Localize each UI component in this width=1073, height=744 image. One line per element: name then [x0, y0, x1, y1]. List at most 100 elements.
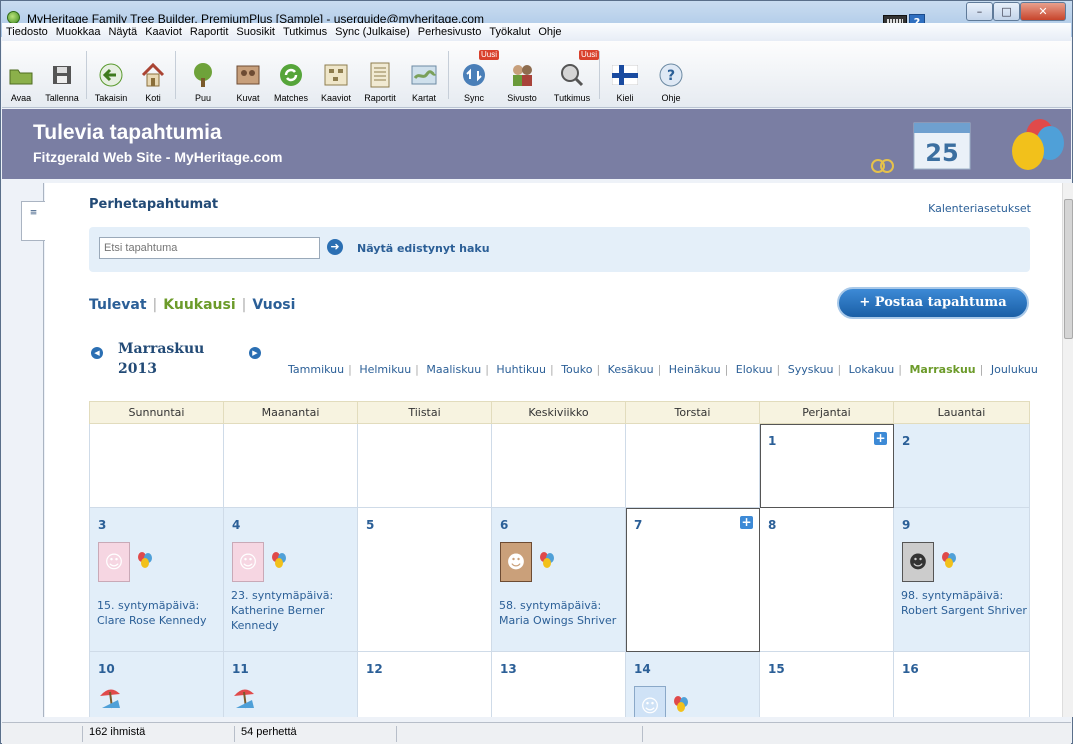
- menu-research[interactable]: Tutkimus: [283, 26, 327, 38]
- next-month-button[interactable]: ▶: [249, 347, 261, 359]
- toolbar-charts-button[interactable]: Kaaviot: [314, 40, 358, 107]
- toolbar-language-button[interactable]: Kieli: [602, 40, 648, 107]
- view-upcoming[interactable]: Tulevat: [89, 297, 147, 313]
- toolbar-maps-button[interactable]: Kartat: [402, 40, 446, 107]
- day-cell[interactable]: 16: [893, 651, 1030, 717]
- day-cell[interactable]: 7 +: [625, 507, 760, 652]
- close-button[interactable]: ✕: [1020, 2, 1066, 21]
- event-link[interactable]: 23. syntymäpäivä: Katherine Berner Kenne…: [231, 588, 357, 633]
- day-cell[interactable]: 3 ☺ 15. syntymäpäivä: Clare Rose Kennedy: [89, 507, 224, 652]
- view-switcher: Tulevat | Kuukausi | Vuosi: [89, 297, 296, 313]
- maximize-button[interactable]: □: [993, 2, 1020, 21]
- day-cell[interactable]: [223, 423, 358, 508]
- banner-title: Tulevia tapahtumia: [33, 121, 222, 144]
- toolbar-matches-button[interactable]: Matches: [268, 40, 314, 107]
- balloons-icon: [674, 696, 688, 712]
- advanced-search-link[interactable]: Näytä edistynyt haku: [357, 242, 490, 255]
- people-list-tab[interactable]: ≡: [21, 201, 46, 241]
- weekday-header: Lauantai: [893, 401, 1030, 424]
- day-cell[interactable]: [89, 423, 224, 508]
- day-cell[interactable]: 11: [223, 651, 358, 717]
- day-cell[interactable]: 9 ☻ 98. syntymäpäivä: Robert Sargent Shr…: [893, 507, 1030, 652]
- calendar-settings-link[interactable]: Kalenteriasetukset: [928, 202, 1031, 215]
- menu-edit[interactable]: Muokkaa: [56, 26, 101, 38]
- balloons-icon: [138, 552, 152, 568]
- day-cell[interactable]: 12: [357, 651, 492, 717]
- photo-avatar[interactable]: ☻: [500, 542, 532, 582]
- menu-help[interactable]: Ohje: [538, 26, 561, 38]
- day-number: 16: [902, 662, 919, 676]
- search-go-button[interactable]: ➜: [327, 239, 343, 255]
- menu-charts[interactable]: Kaaviot: [145, 26, 182, 38]
- day-cell[interactable]: [357, 423, 492, 508]
- day-number: 12: [366, 662, 383, 676]
- male-silhouette-avatar[interactable]: ☺: [634, 686, 666, 717]
- vertical-scrollbar[interactable]: [1062, 183, 1073, 717]
- month-link[interactable]: Maaliskuu: [426, 363, 481, 376]
- female-silhouette-avatar[interactable]: ☺: [232, 542, 264, 582]
- event-link[interactable]: 98. syntymäpäivä: Robert Sargent Shriver: [901, 588, 1029, 618]
- menu-favorites[interactable]: Suosikit: [236, 26, 275, 38]
- scrollbar-thumb[interactable]: [1064, 199, 1073, 339]
- menu-tools[interactable]: Työkalut: [489, 26, 530, 38]
- toolbar-save-button[interactable]: Tallenna: [40, 40, 84, 107]
- month-link-active[interactable]: Marraskuu: [909, 363, 975, 376]
- day-cell[interactable]: 4 ☺ 23. syntymäpäivä: Katherine Berner K…: [223, 507, 358, 652]
- day-number: 4: [232, 518, 241, 532]
- day-cell[interactable]: 15: [759, 651, 894, 717]
- month-link[interactable]: Huhtikuu: [496, 363, 546, 376]
- month-link[interactable]: Tammikuu: [288, 363, 344, 376]
- view-month[interactable]: Kuukausi: [163, 297, 235, 313]
- month-link[interactable]: Joulukuu: [991, 363, 1038, 376]
- view-year[interactable]: Vuosi: [252, 297, 295, 313]
- toolbar-help-button[interactable]: ? Ohje: [648, 40, 694, 107]
- menu-family-site[interactable]: Perhesivusto: [418, 26, 482, 38]
- toolbar-sync-button[interactable]: Sync Uusi: [451, 40, 499, 107]
- day-cell[interactable]: 14 ☺: [625, 651, 760, 717]
- menu-view[interactable]: Näytä: [108, 26, 137, 38]
- toolbar-tree-button[interactable]: Puu: [178, 40, 228, 107]
- minimize-button[interactable]: –: [966, 2, 993, 21]
- month-link[interactable]: Lokakuu: [849, 363, 895, 376]
- toolbar-photos-button[interactable]: Kuvat: [228, 40, 268, 107]
- day-cell[interactable]: 1 +: [759, 423, 894, 508]
- post-event-button[interactable]: + Postaa tapahtuma: [837, 287, 1029, 319]
- toolbar-reports-button[interactable]: Raportit: [358, 40, 402, 107]
- month-link[interactable]: Helmikuu: [359, 363, 411, 376]
- add-event-icon[interactable]: +: [740, 516, 753, 529]
- event-link[interactable]: 58. syntymäpäivä: Maria Owings Shriver: [499, 598, 625, 628]
- month-link[interactable]: Kesäkuu: [608, 363, 654, 376]
- day-cell[interactable]: 2: [893, 423, 1030, 508]
- add-event-icon[interactable]: +: [874, 432, 887, 445]
- event-search-input[interactable]: [99, 237, 320, 259]
- day-cell[interactable]: 13: [491, 651, 626, 717]
- menu-sync[interactable]: Sync (Julkaise): [335, 26, 410, 38]
- day-cell[interactable]: 5: [357, 507, 492, 652]
- event-link[interactable]: 15. syntymäpäivä: Clare Rose Kennedy: [97, 598, 223, 628]
- month-link[interactable]: Elokuu: [736, 363, 773, 376]
- previous-month-button[interactable]: ◀: [91, 347, 103, 359]
- month-link[interactable]: Heinäkuu: [669, 363, 721, 376]
- day-cell[interactable]: 6 ☻ 58. syntymäpäivä: Maria Owings Shriv…: [491, 507, 626, 652]
- website-icon: [509, 62, 535, 88]
- menu-file[interactable]: Tiedosto: [6, 26, 48, 38]
- banner-calendar-day: 25: [925, 139, 958, 167]
- month-link[interactable]: Touko: [561, 363, 592, 376]
- menu-reports[interactable]: Raportit: [190, 26, 229, 38]
- finland-flag-icon: [612, 62, 638, 88]
- toolbar-back-button[interactable]: Takaisin: [89, 40, 133, 107]
- toolbar-research-button[interactable]: Tutkimus Uusi: [547, 40, 599, 107]
- day-cell[interactable]: [625, 423, 760, 508]
- photo-avatar[interactable]: ☻: [902, 542, 934, 582]
- female-silhouette-avatar[interactable]: ☺: [98, 542, 130, 582]
- month-link[interactable]: Syyskuu: [788, 363, 834, 376]
- day-cell[interactable]: [491, 423, 626, 508]
- toolbar-website-button[interactable]: Sivusto: [497, 40, 547, 107]
- toolbar-home-button[interactable]: Koti: [133, 40, 173, 107]
- day-cell[interactable]: 8: [759, 507, 894, 652]
- toolbar-open-button[interactable]: Avaa: [2, 40, 40, 107]
- month-calendar: Sunnuntai Maanantai Tiistai Keskiviikko …: [89, 401, 1030, 717]
- home-icon: [140, 62, 166, 88]
- day-cell[interactable]: 10: [89, 651, 224, 717]
- weekday-header: Tiistai: [357, 401, 492, 424]
